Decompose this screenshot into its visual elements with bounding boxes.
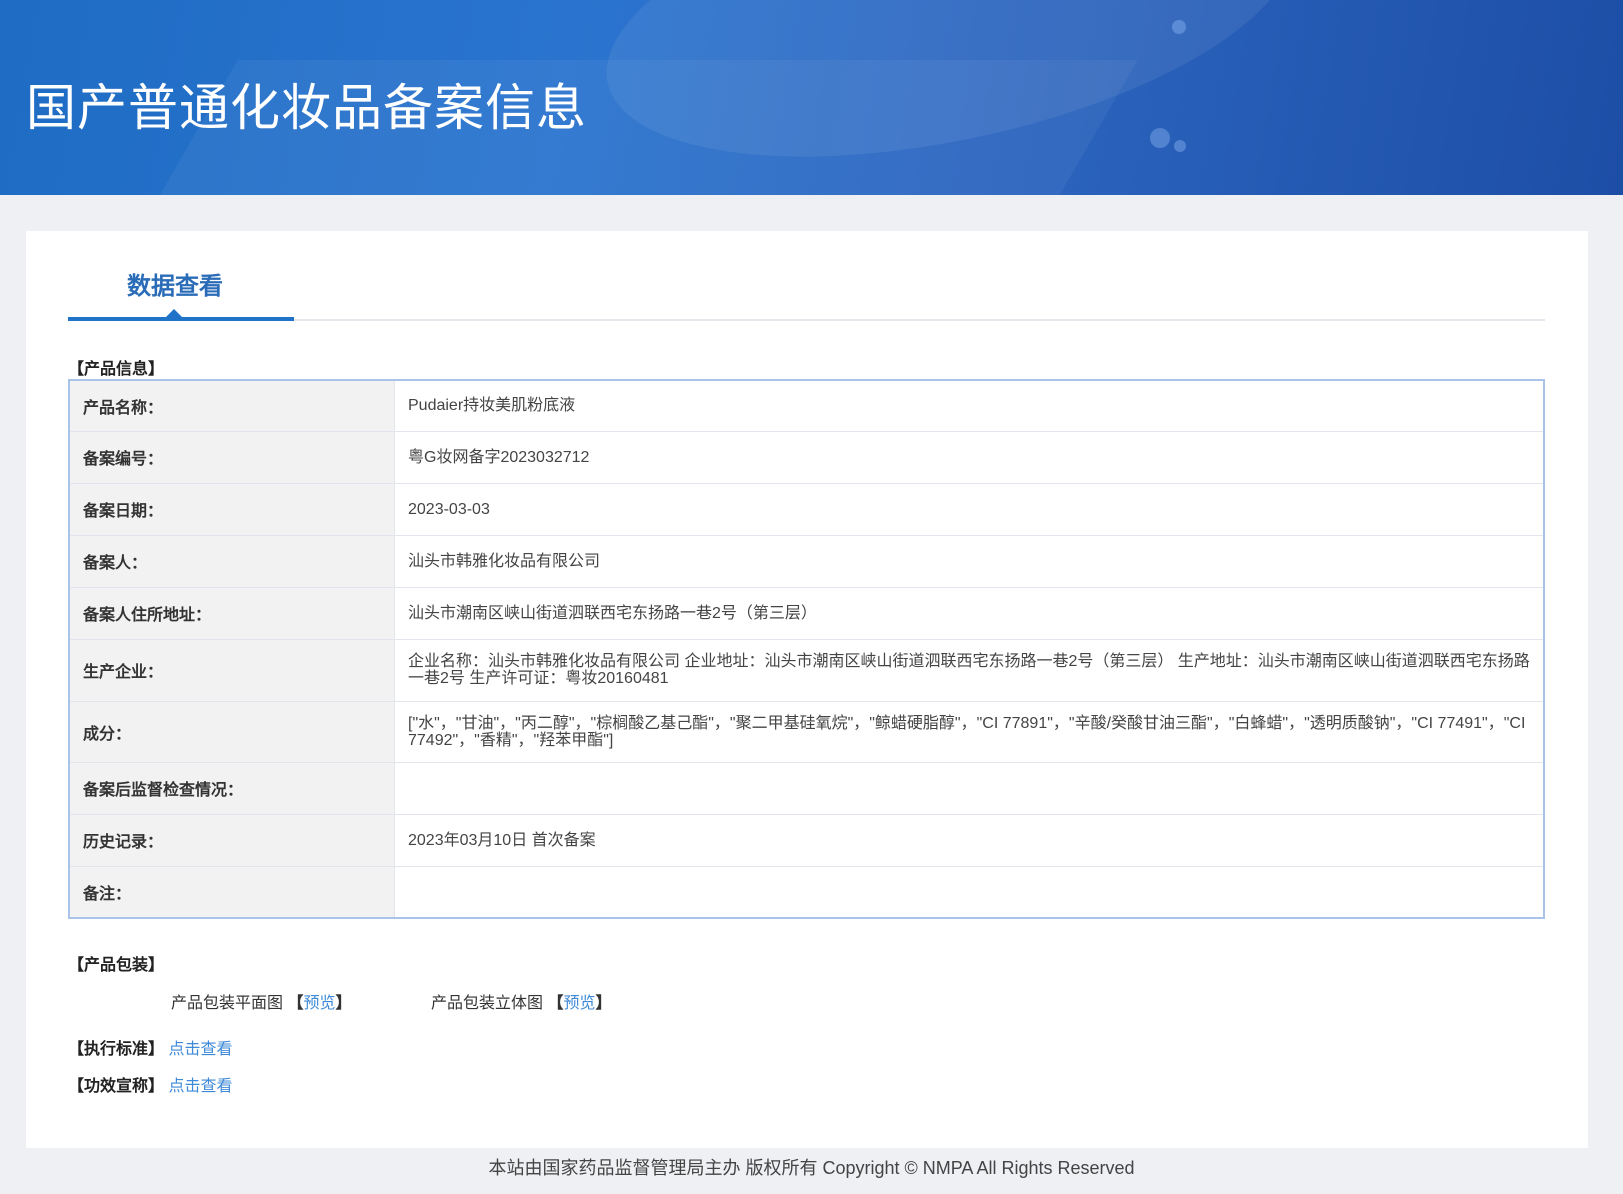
row-value: ["水"，"甘油"，"丙二醇"，"棕榈酸乙基己酯"，"聚二甲基硅氧烷"，"鲸蜡硬… — [394, 701, 1544, 763]
row-value: 汕头市韩雅化妆品有限公司 — [394, 535, 1544, 588]
standard-title: 【执行标准】 — [68, 1041, 165, 1058]
row-value: 企业名称：汕头市韩雅化妆品有限公司 企业地址：汕头市潮南区峡山街道泗联西宅东扬路… — [394, 639, 1544, 702]
table-row: 备注： — [69, 866, 1544, 919]
tab-active-indicator — [68, 317, 294, 321]
product-info-table: 产品名称： Pudaier持妆美肌粉底液 备案编号： 粤G妆网备字2023032… — [68, 379, 1545, 919]
bracket-close: 】 — [335, 995, 352, 1012]
product-info-title: 【产品信息】 — [68, 361, 165, 378]
packaging-solid-row: 产品包装立体图 【预览】 — [431, 989, 612, 1013]
table-row: 历史记录： 2023年03月10日 首次备案 — [69, 814, 1544, 867]
table-row: 生产企业： 企业名称：汕头市韩雅化妆品有限公司 企业地址：汕头市潮南区峡山街道泗… — [69, 639, 1544, 702]
packaging-solid-label: 产品包装立体图 — [431, 995, 544, 1012]
banner-dot — [1150, 128, 1170, 148]
header-banner: 国产普通化妆品备案信息 — [0, 0, 1623, 195]
row-label: 备案日期： — [69, 483, 395, 536]
content-panel: 数据查看 【产品信息】 产品名称： Pudaier持妆美肌粉底液 备案编号： 粤… — [26, 231, 1588, 1148]
banner-dot — [1172, 20, 1186, 34]
standard-row: 【执行标准】 点击查看 — [68, 1035, 232, 1059]
bracket-close: 】 — [595, 995, 612, 1012]
page-title: 国产普通化妆品备案信息 — [26, 79, 587, 137]
packaging-title: 【产品包装】 — [68, 957, 165, 974]
row-value — [394, 866, 1544, 919]
row-label: 备注： — [69, 866, 395, 919]
table-row: 备案后监督检查情况： — [69, 762, 1544, 815]
table-row: 产品名称： Pudaier持妆美肌粉底液 — [69, 380, 1544, 432]
row-label: 备案人住所地址： — [69, 587, 395, 640]
table-row: 备案人： 汕头市韩雅化妆品有限公司 — [69, 535, 1544, 588]
row-label: 产品名称： — [69, 380, 395, 432]
packaging-flat-row: 产品包装平面图 【预览】 — [171, 989, 352, 1013]
row-value — [394, 762, 1544, 815]
packaging-flat-label: 产品包装平面图 — [171, 995, 284, 1012]
table-row: 成分： ["水"，"甘油"，"丙二醇"，"棕榈酸乙基己酯"，"聚二甲基硅氧烷"，… — [69, 701, 1544, 763]
banner-dot — [1174, 140, 1186, 152]
efficacy-title: 【功效宣称】 — [68, 1078, 165, 1095]
tab-caret-icon — [166, 309, 182, 317]
table-row: 备案日期： 2023-03-03 — [69, 483, 1544, 536]
row-value: 2023-03-03 — [394, 483, 1544, 536]
standard-view-link[interactable]: 点击查看 — [168, 1041, 232, 1058]
row-value: 粤G妆网备字2023032712 — [394, 431, 1544, 484]
bracket-open: 【 — [287, 995, 304, 1012]
row-label: 生产企业： — [69, 639, 395, 702]
table-row: 备案编号： 粤G妆网备字2023032712 — [69, 431, 1544, 484]
row-label: 备案后监督检查情况： — [69, 762, 395, 815]
bracket-open: 【 — [547, 995, 564, 1012]
flat-preview-link[interactable]: 预览 — [303, 995, 335, 1012]
efficacy-row: 【功效宣称】 点击查看 — [68, 1072, 232, 1096]
solid-preview-link[interactable]: 预览 — [563, 995, 595, 1012]
row-label: 成分： — [69, 701, 395, 763]
row-value: 2023年03月10日 首次备案 — [394, 814, 1544, 867]
row-label: 历史记录： — [69, 814, 395, 867]
table-row: 备案人住所地址： 汕头市潮南区峡山街道泗联西宅东扬路一巷2号（第三层） — [69, 587, 1544, 640]
tab-data-view[interactable]: 数据查看 — [127, 266, 223, 301]
row-value: Pudaier持妆美肌粉底液 — [394, 380, 1544, 432]
efficacy-view-link[interactable]: 点击查看 — [168, 1078, 232, 1095]
row-label: 备案编号： — [69, 431, 395, 484]
row-label: 备案人： — [69, 535, 395, 588]
footer-copyright: 本站由国家药品监督管理局主办 版权所有 Copyright © NMPA All… — [488, 1158, 1135, 1178]
row-value: 汕头市潮南区峡山街道泗联西宅东扬路一巷2号（第三层） — [394, 587, 1544, 640]
